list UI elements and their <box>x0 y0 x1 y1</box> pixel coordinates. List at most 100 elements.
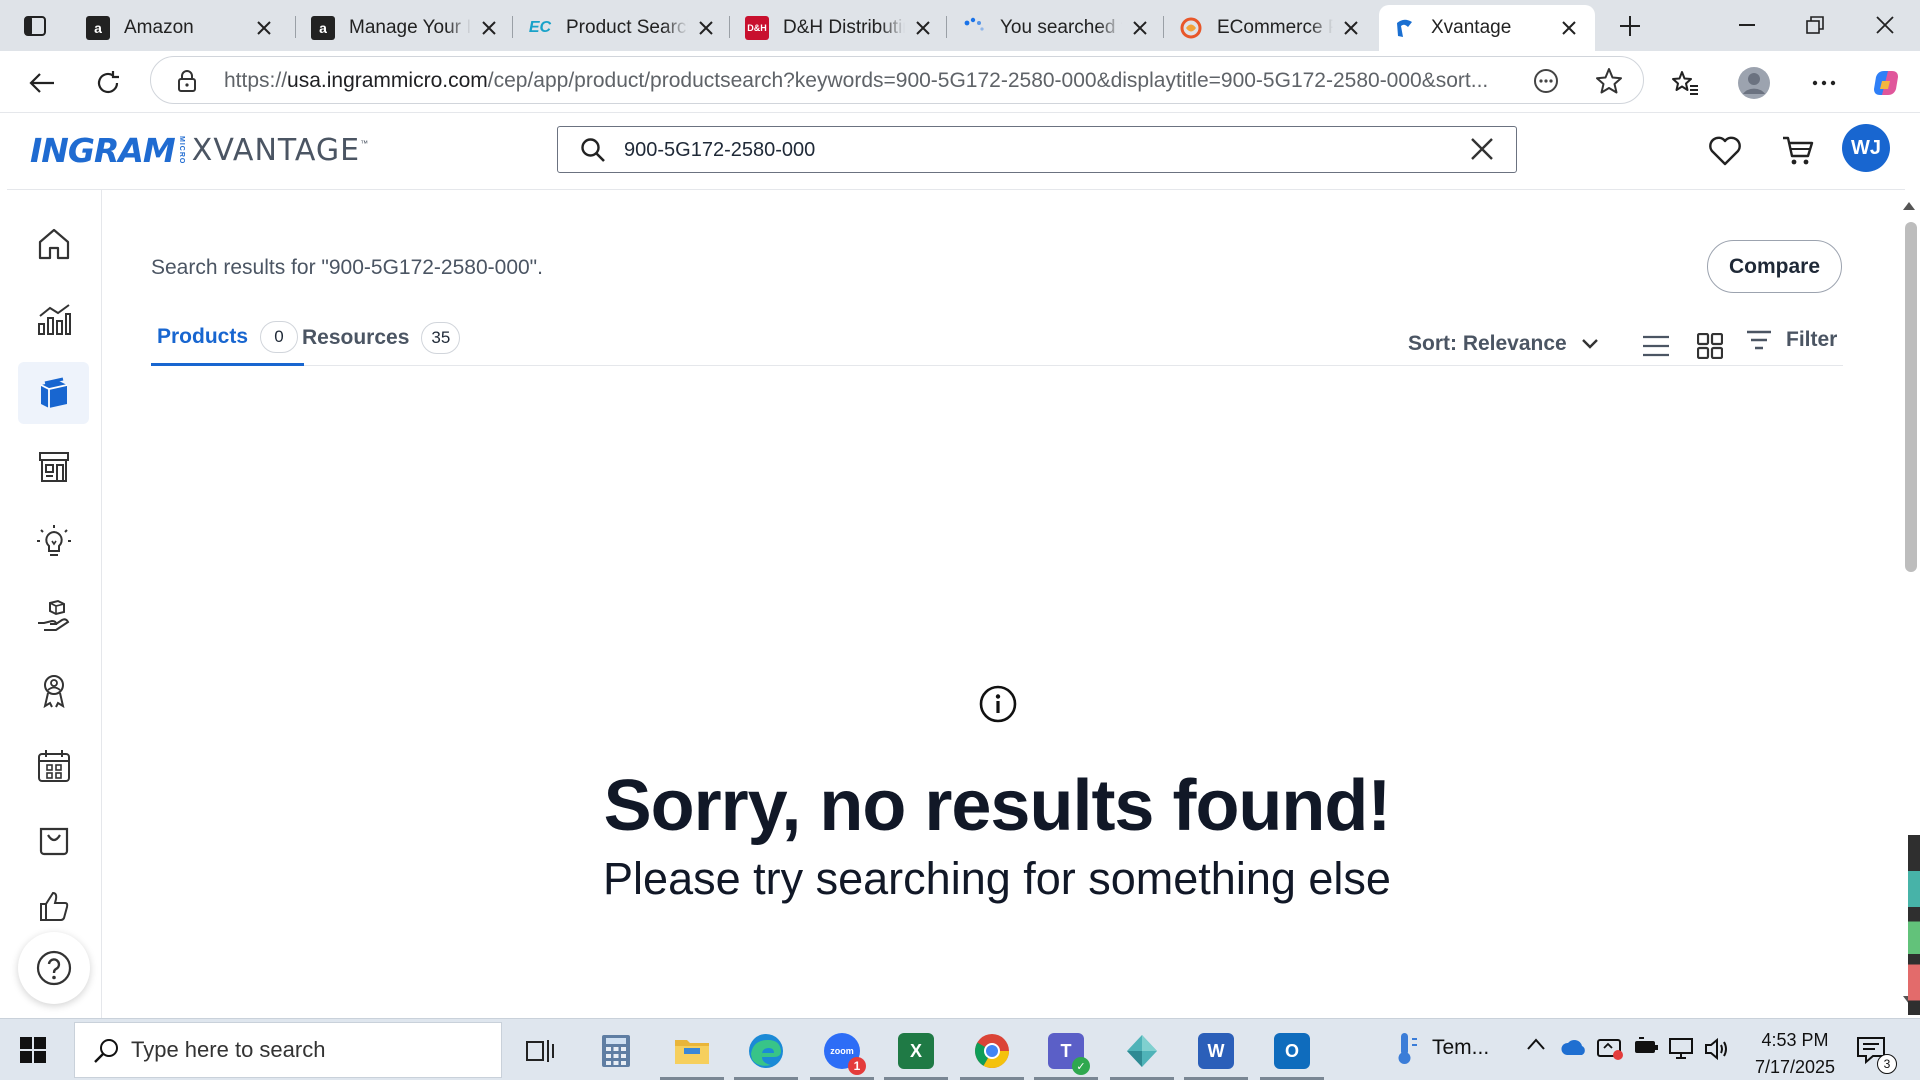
taskbar-word[interactable]: W <box>1180 1025 1252 1080</box>
close-icon[interactable] <box>694 16 718 40</box>
new-tab-button[interactable] <box>1614 10 1646 42</box>
settings-more-button[interactable] <box>1806 65 1842 101</box>
taskbar-chrome[interactable] <box>956 1025 1028 1080</box>
network-warning-icon[interactable] <box>1596 1037 1624 1061</box>
favorites-list-icon <box>1672 71 1698 95</box>
windows-start-button[interactable] <box>20 1037 46 1068</box>
close-icon[interactable] <box>1557 16 1581 40</box>
amazon-icon: a <box>86 16 110 40</box>
close-icon[interactable] <box>1128 16 1152 40</box>
taskbar-app-diamond[interactable] <box>1106 1025 1178 1080</box>
taskbar-excel[interactable]: X <box>880 1025 952 1080</box>
browser-tab-ecommerce-pro[interactable]: ECommerce Pro <box>1165 5 1377 51</box>
taskbar-file-explorer[interactable] <box>656 1025 728 1080</box>
nav-analytics[interactable] <box>18 288 89 350</box>
nav-store[interactable] <box>18 436 89 498</box>
close-icon[interactable] <box>1339 16 1363 40</box>
close-window-button[interactable] <box>1865 8 1905 42</box>
battery-icon[interactable] <box>1633 1037 1661 1057</box>
copilot-button[interactable] <box>1868 65 1904 101</box>
nav-rewards[interactable] <box>18 660 89 722</box>
tab-separator <box>512 16 513 38</box>
nav-services[interactable] <box>18 586 89 648</box>
nav-calendar[interactable] <box>18 735 89 797</box>
display-icon[interactable] <box>1668 1037 1696 1061</box>
nav-home[interactable] <box>18 213 89 275</box>
filter-button[interactable]: Filter <box>1746 328 1837 352</box>
grid-view-button[interactable] <box>1692 328 1728 364</box>
nav-orders[interactable] <box>18 809 89 871</box>
favorite-star-icon[interactable] <box>1595 67 1623 100</box>
chevron-up-icon <box>1527 1038 1545 1050</box>
browser-tab-xvantage[interactable]: Xvantage <box>1379 5 1595 51</box>
more-horizontal-icon <box>1812 80 1836 86</box>
dh-icon: D&H <box>745 16 769 40</box>
onedrive-icon[interactable] <box>1560 1037 1588 1057</box>
browser-tab-manage-inventory[interactable]: a Manage Your Inventory <box>297 5 515 51</box>
taskbar-outlook[interactable]: O <box>1256 1025 1328 1080</box>
browser-toolbar: https://usa.ingrammicro.com/cep/app/prod… <box>0 51 1920 113</box>
list-view-icon <box>1643 335 1669 357</box>
compare-button[interactable]: Compare <box>1707 240 1842 293</box>
xvantage-icon <box>1393 16 1417 40</box>
nav-insights[interactable] <box>18 511 89 573</box>
close-icon[interactable] <box>477 16 501 40</box>
windows-taskbar: Type here to search zoom 1 X T ✓ W O Tem..… <box>0 1018 1920 1080</box>
profile-avatar-icon <box>1738 67 1770 99</box>
tab-resources[interactable]: Resources 35 <box>302 310 461 366</box>
tab-actions-icon[interactable] <box>18 11 52 41</box>
taskbar-teams[interactable]: T ✓ <box>1030 1025 1102 1080</box>
taskbar-zoom[interactable]: zoom 1 <box>806 1025 878 1080</box>
browser-tab-dh-distributing[interactable]: D&H D&H Distributing <box>731 5 949 51</box>
ingram-xvantage-logo[interactable]: INGRAM MICRO XVANTAGE ™ <box>30 131 368 170</box>
notification-center-button[interactable]: 3 <box>1855 1035 1897 1074</box>
list-view-button[interactable] <box>1638 328 1674 364</box>
back-button[interactable] <box>24 65 60 101</box>
close-icon[interactable] <box>911 16 935 40</box>
minimize-button[interactable] <box>1727 8 1767 42</box>
wishlist-heart-icon[interactable] <box>1705 131 1745 171</box>
nav-products[interactable] <box>18 362 89 424</box>
taskbar-search-box[interactable]: Type here to search <box>74 1022 502 1078</box>
task-view-button[interactable] <box>504 1025 576 1077</box>
taskbar-calculator[interactable] <box>580 1025 652 1077</box>
cart-icon[interactable] <box>1778 131 1818 171</box>
product-search-box[interactable] <box>557 126 1517 173</box>
browser-tab-product-search[interactable]: EC Product Search <box>514 5 732 51</box>
help-button[interactable] <box>18 932 90 1004</box>
scroll-thumb[interactable] <box>1905 222 1917 572</box>
scroll-up-arrow-icon[interactable] <box>1903 202 1915 210</box>
address-bar[interactable]: https://usa.ingrammicro.com/cep/app/prod… <box>150 56 1644 104</box>
taskbar-edge[interactable] <box>730 1025 802 1080</box>
zoom-icon: zoom 1 <box>824 1033 866 1075</box>
nav-feedback[interactable] <box>18 883 89 923</box>
tab-products[interactable]: Products 0 <box>151 310 305 366</box>
search-icon[interactable] <box>580 137 606 168</box>
lock-icon[interactable] <box>177 69 197 98</box>
close-icon[interactable] <box>252 16 276 40</box>
left-navigation <box>7 190 102 1018</box>
browser-tab-you-searched-for[interactable]: You searched for <box>948 5 1166 51</box>
profile-button[interactable] <box>1736 65 1772 101</box>
sort-dropdown[interactable]: Sort: Relevance <box>1408 332 1599 356</box>
tab-count-badge: 35 <box>421 322 461 354</box>
tab-title: You searched for <box>1000 17 1122 38</box>
reload-button[interactable] <box>90 65 126 101</box>
taskbar-clock[interactable]: 4:53 PM 7/17/2025 <box>1740 1027 1850 1080</box>
main-content: Search results for "900-5G172-2580-000".… <box>102 190 1897 1018</box>
restore-icon <box>1806 16 1824 34</box>
show-hidden-icons-button[interactable] <box>1526 1037 1546 1051</box>
copilot-icon <box>1874 71 1898 95</box>
clear-search-icon[interactable] <box>1470 137 1494 166</box>
user-avatar[interactable]: WJ <box>1842 124 1890 172</box>
search-input[interactable] <box>624 135 1424 165</box>
close-icon <box>1876 16 1894 34</box>
favorites-button[interactable] <box>1667 65 1703 101</box>
volume-icon[interactable] <box>1704 1037 1730 1061</box>
reading-mode-icon[interactable] <box>1533 68 1559 99</box>
weather-label: Tem... <box>1432 1036 1490 1059</box>
thermometer-icon <box>1398 1033 1417 1064</box>
browser-tab-amazon[interactable]: a Amazon <box>72 5 290 51</box>
weather-widget[interactable]: Tem... <box>1390 1031 1489 1065</box>
restore-button[interactable] <box>1795 8 1835 42</box>
